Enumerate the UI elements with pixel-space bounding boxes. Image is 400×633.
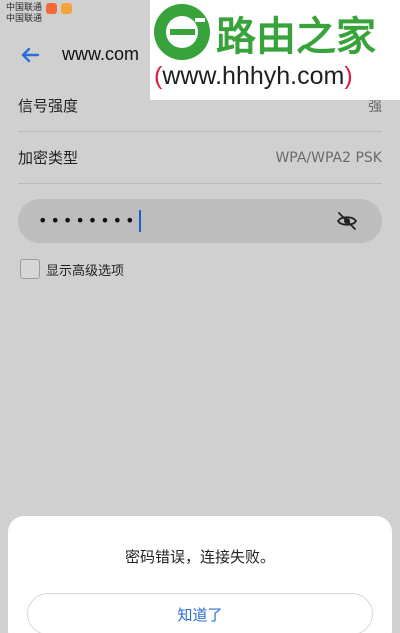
- advanced-options-checkbox[interactable]: [20, 259, 40, 279]
- signal-strength-label: 信号强度: [18, 97, 79, 115]
- watermark: 路由之家 (www.hhhyh.com): [150, 0, 400, 100]
- wifi-password-screen: 中国联通 中国联通 www.com 路由之家 (www.hhhyh.com) 信…: [0, 0, 400, 633]
- password-masked-text: ••••••••: [38, 211, 138, 230]
- visibility-off-icon[interactable]: [336, 210, 358, 232]
- watermark-url-text: www.hhhyh.com: [162, 62, 345, 90]
- got-it-button[interactable]: 知道了: [27, 593, 373, 633]
- network-name-title: www.com: [62, 44, 140, 64]
- app-notification-icon-2: [61, 3, 73, 14]
- watermark-url: (www.hhhyh.com): [154, 62, 353, 91]
- advanced-options-label: 显示高级选项: [46, 263, 125, 279]
- advanced-options-toggle[interactable]: 显示高级选项: [20, 259, 124, 279]
- watermark-brand: 路由之家: [216, 14, 376, 60]
- back-arrow-icon[interactable]: [18, 42, 44, 68]
- router-logo-icon: [152, 2, 212, 62]
- dialog-message: 密码错误，连接失败。: [124, 548, 275, 566]
- encryption-type-label: 加密类型: [18, 149, 79, 167]
- app-notification-icon: [46, 3, 58, 14]
- carrier-label-1: 中国联通: [6, 3, 43, 13]
- connection-error-dialog: 密码错误，连接失败。 知道了: [8, 516, 392, 633]
- encryption-type-value: WPA/WPA2 PSK: [275, 149, 382, 166]
- watermark-close-paren: ): [344, 62, 353, 90]
- text-cursor: [138, 210, 141, 232]
- encryption-type-row: 加密类型 WPA/WPA2 PSK: [18, 132, 382, 184]
- password-input[interactable]: ••••••••: [18, 199, 382, 243]
